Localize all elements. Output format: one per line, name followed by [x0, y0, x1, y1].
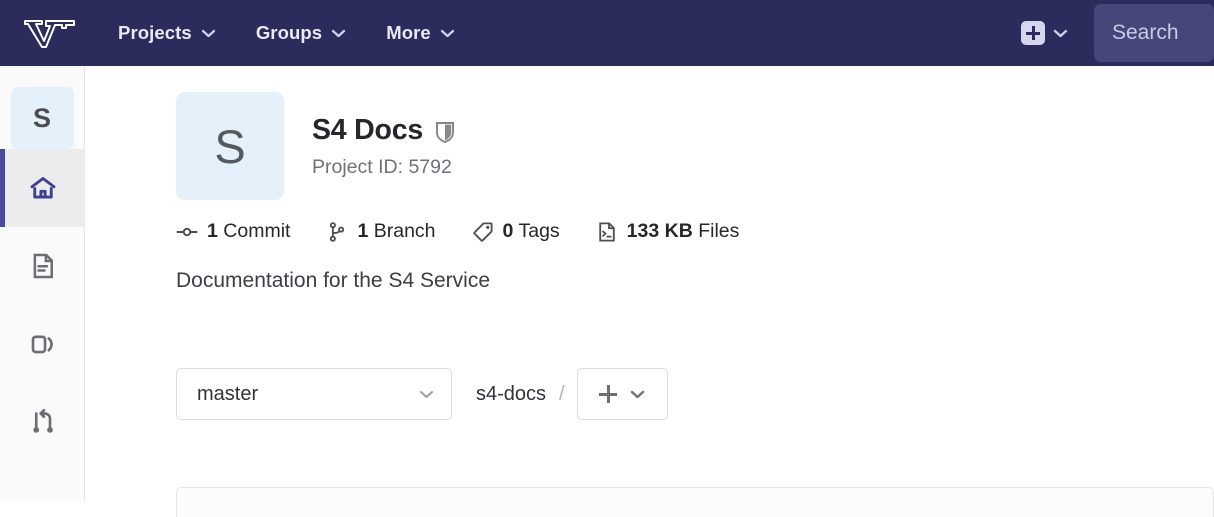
stat-files-size-value: 133 KB — [626, 220, 693, 242]
file-document-icon — [33, 253, 53, 279]
stat-files-size-text: 133 KB Files — [627, 220, 740, 243]
chevron-down-icon — [440, 29, 454, 37]
sidebar-avatar-letter: S — [32, 102, 51, 133]
create-new-menu[interactable] — [1021, 21, 1068, 45]
commit-icon — [176, 227, 198, 236]
sidebar-item-repository[interactable] — [0, 227, 85, 305]
nav-item-more[interactable]: More — [386, 22, 455, 44]
sidebar-item-project-overview[interactable] — [0, 149, 85, 227]
file-size-icon — [598, 221, 615, 242]
stat-files-size-label: Files — [698, 220, 740, 242]
stat-tags-label: Tags — [518, 220, 560, 242]
stat-branches-label: Branch — [373, 220, 436, 242]
project-meta: S4 Docs Project ID: 5792 — [312, 92, 455, 179]
branch-select-value: master — [197, 382, 259, 405]
nav-item-projects[interactable]: Projects — [118, 22, 216, 44]
stat-commits[interactable]: 1 Commit — [176, 220, 290, 243]
stat-branches-value: 1 — [357, 220, 369, 242]
plus-square-icon — [1021, 21, 1045, 45]
project-stats-row: 1 Commit 1 Branch 0 Tags 133 KB Files — [86, 200, 1214, 243]
stat-tags[interactable]: 0 Tags — [472, 220, 560, 243]
add-to-repository-button[interactable] — [576, 368, 668, 420]
search-input[interactable]: Search — [1094, 4, 1214, 62]
project-sidebar: S — [0, 66, 85, 501]
sidebar-item-merge-requests[interactable] — [0, 383, 85, 461]
stat-tags-value: 0 — [502, 220, 514, 242]
main-content: S S4 Docs Project ID: 5792 1 Commit 1 Br… — [86, 66, 1214, 517]
merge-request-icon — [32, 408, 53, 433]
navbar-right-section: Search — [1021, 0, 1214, 66]
chevron-down-icon — [332, 29, 346, 37]
chevron-down-icon — [1053, 29, 1068, 37]
sidebar-project-avatar[interactable]: S — [10, 87, 74, 149]
plus-icon — [599, 385, 618, 403]
stat-commits-text: 1 Commit — [207, 220, 290, 243]
chevron-down-icon — [201, 29, 215, 37]
breadcrumb-root[interactable]: s4-docs — [476, 383, 546, 406]
stat-commits-label: Commit — [223, 220, 291, 242]
chevron-down-icon — [420, 390, 433, 398]
nav-item-groups[interactable]: Groups — [256, 22, 346, 44]
breadcrumb-separator: / — [559, 382, 565, 405]
sidebar-item-issues[interactable] — [0, 305, 85, 383]
home-icon — [30, 177, 55, 199]
stat-branches[interactable]: 1 Branch — [326, 220, 436, 243]
project-title-row: S4 Docs — [312, 114, 455, 147]
project-description: Documentation for the S4 Service — [176, 269, 490, 292]
branch-icon — [330, 221, 345, 242]
stat-commits-value: 1 — [207, 220, 218, 242]
top-navbar: Projects Groups More Search — [0, 0, 1214, 66]
nav-item-projects-label: Projects — [118, 22, 192, 43]
chevron-down-icon — [630, 390, 645, 398]
breadcrumb: s4-docs / — [476, 383, 565, 406]
project-avatar: S — [176, 92, 284, 200]
nav-item-more-label: More — [386, 22, 431, 43]
file-browser-panel — [176, 487, 1214, 517]
project-header: S S4 Docs Project ID: 5792 — [86, 66, 1214, 200]
stat-tags-text: 0 Tags — [503, 220, 560, 243]
page-title: S4 Docs — [312, 114, 424, 146]
vt-logo[interactable] — [22, 16, 78, 50]
nav-item-groups-label: Groups — [255, 22, 323, 43]
issues-icon — [31, 335, 53, 354]
stat-files-size[interactable]: 133 KB Files — [596, 220, 740, 243]
stat-branches-text: 1 Branch — [357, 220, 435, 243]
search-placeholder: Search — [1112, 21, 1179, 44]
repository-nav-row: master s4-docs / — [86, 293, 1214, 420]
tag-icon — [472, 221, 493, 242]
shield-icon — [436, 122, 455, 144]
project-id-label: Project ID: 5792 — [312, 156, 452, 178]
branch-select[interactable]: master — [176, 368, 452, 420]
project-avatar-letter: S — [214, 119, 246, 173]
